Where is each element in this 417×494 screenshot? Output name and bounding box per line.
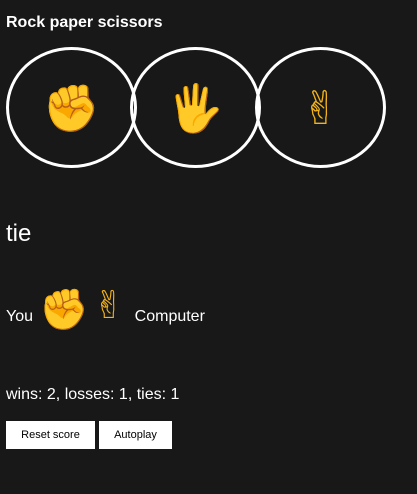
player-move-icon: ✊ [39, 287, 89, 333]
scissors-icon: ✌ [301, 80, 340, 135]
computer-move-icon: ✌ [92, 283, 125, 327]
score-text: wins: 2, losses: 1, ties: 1 [6, 386, 180, 403]
rock-icon: ✊ [42, 80, 101, 135]
moves-row: You ✊ ✌ Computer [6, 272, 205, 330]
rock-button[interactable]: ✊ [6, 47, 137, 168]
player-label: You [6, 308, 33, 325]
page-title: Rock paper scissors [6, 14, 163, 31]
autoplay-button[interactable]: Autoplay [99, 421, 172, 449]
reset-score-button[interactable]: Reset score [6, 421, 95, 449]
computer-label: Computer [134, 308, 205, 325]
scissors-button[interactable]: ✌ [255, 47, 386, 168]
result-text: tie [6, 220, 32, 247]
paper-icon: 🖐 [166, 80, 225, 135]
paper-button[interactable]: 🖐 [130, 47, 261, 168]
